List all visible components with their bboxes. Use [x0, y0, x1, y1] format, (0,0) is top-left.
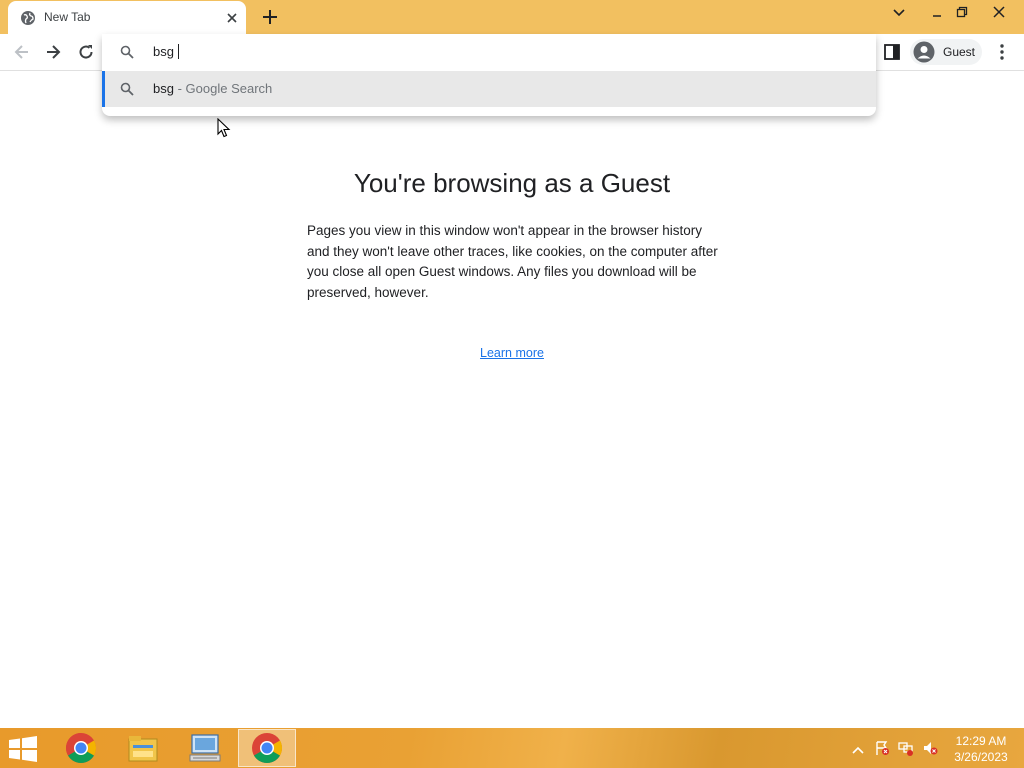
tab-search-button[interactable] — [882, 0, 916, 24]
side-panel-button[interactable] — [882, 42, 902, 62]
address-input[interactable]: bsg — [153, 44, 179, 59]
close-icon[interactable] — [224, 10, 240, 26]
learn-more-link: Learn more — [0, 346, 1024, 360]
clock[interactable]: 12:29 AM 3/26/2023 — [946, 733, 1016, 765]
omnibox: bsg bsg - Google Search — [102, 34, 876, 116]
text-caret — [177, 44, 179, 59]
chrome-icon — [252, 733, 283, 764]
reload-button[interactable] — [76, 42, 96, 62]
address-input-text: bsg — [153, 44, 174, 59]
back-button[interactable] — [12, 42, 32, 62]
profile-label: Guest — [943, 45, 976, 59]
globe-icon — [21, 11, 35, 25]
menu-button[interactable] — [994, 42, 1010, 62]
file-explorer-icon — [128, 736, 158, 762]
minimize-icon — [933, 15, 941, 17]
address-bar[interactable]: bsg — [102, 34, 876, 70]
search-icon — [120, 82, 134, 96]
chrome-icon — [65, 733, 97, 764]
taskbar: 12:29 AM 3/26/2023 — [0, 728, 1024, 768]
guest-description: Pages you view in this window won't appe… — [307, 223, 718, 300]
windows-start-icon[interactable] — [8, 736, 38, 762]
new-tab-button[interactable] — [260, 7, 280, 27]
show-hidden-icons-icon[interactable] — [850, 742, 866, 758]
guest-page: You're browsing as a Guest Pages you vie… — [0, 72, 1024, 728]
mouse-cursor-icon — [217, 118, 231, 138]
suggestion-query: bsg — [153, 81, 174, 96]
action-center-flag-icon[interactable] — [874, 740, 890, 756]
restore-icon — [956, 6, 968, 18]
suggestion-separator: - — [173, 81, 186, 96]
clock-time: 12:29 AM — [955, 734, 1007, 748]
close-window-button[interactable] — [982, 0, 1016, 24]
suggestion-engine: Google Search — [185, 81, 273, 96]
profile-button[interactable]: Guest — [910, 39, 982, 65]
learn-more-link-text[interactable]: Learn more — [480, 346, 544, 360]
remote-desktop-icon — [189, 734, 221, 762]
tab-new-tab[interactable]: New Tab — [8, 1, 246, 34]
tab-strip: New Tab — [0, 0, 1024, 34]
taskbar-chrome[interactable] — [52, 729, 110, 767]
volume-muted-icon[interactable] — [922, 740, 938, 756]
restore-button[interactable] — [945, 0, 979, 24]
close-icon — [993, 6, 1005, 18]
forward-button[interactable] — [43, 42, 63, 62]
taskbar-chrome-active[interactable] — [238, 729, 296, 767]
taskbar-remote-desktop[interactable] — [176, 729, 234, 767]
suggestion-item[interactable]: bsg - Google Search — [102, 71, 876, 107]
tab-title: New Tab — [44, 10, 91, 24]
avatar-icon — [913, 41, 935, 63]
clock-date: 3/26/2023 — [954, 750, 1008, 764]
search-icon — [120, 45, 134, 59]
network-icon[interactable] — [898, 740, 914, 756]
chevron-down-icon — [893, 9, 905, 17]
suggestion-text: bsg - Google Search — [153, 81, 272, 96]
taskbar-file-explorer[interactable] — [114, 729, 172, 767]
page-title: You're browsing as a Guest — [353, 168, 671, 198]
